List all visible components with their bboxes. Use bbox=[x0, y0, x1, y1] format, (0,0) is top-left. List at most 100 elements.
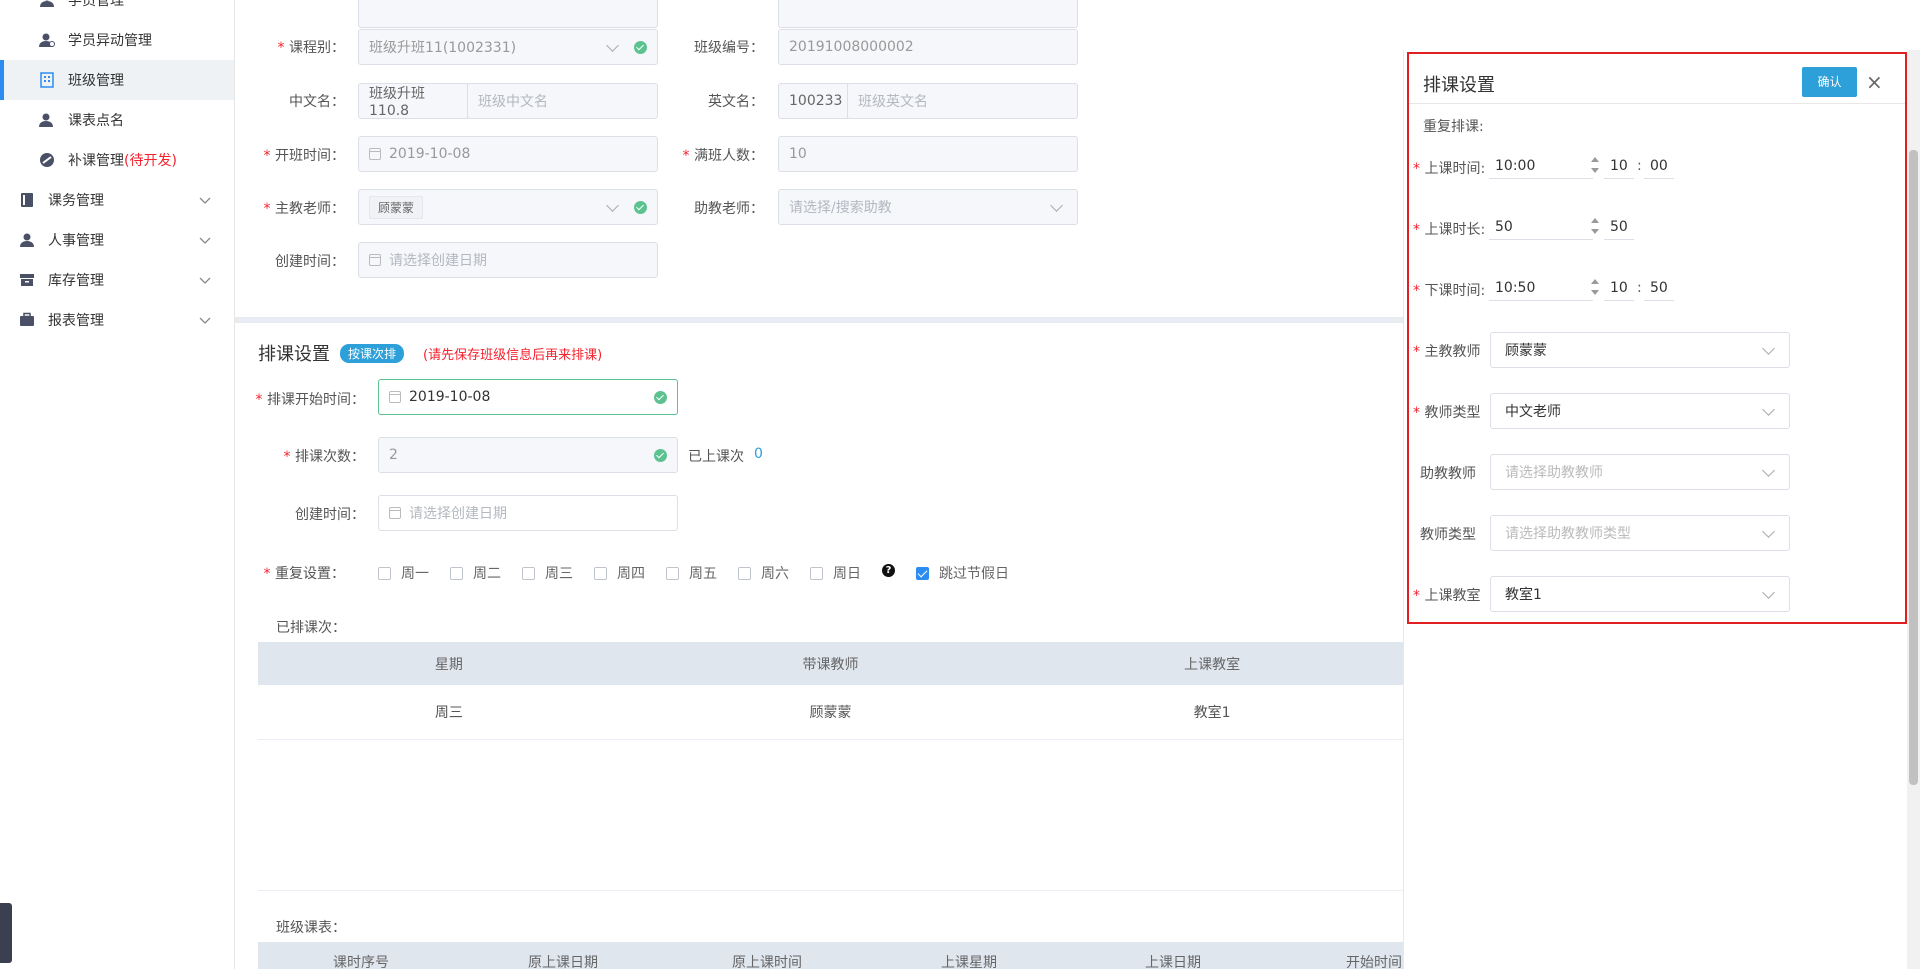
spinner-icon[interactable] bbox=[1590, 278, 1600, 296]
sidebar-item-label: 报表管理 bbox=[48, 313, 104, 329]
start-time-input[interactable]: 10:00 bbox=[1489, 153, 1593, 179]
sidebar-item-class-management[interactable]: 班级管理 bbox=[0, 60, 234, 100]
checkbox[interactable] bbox=[522, 567, 535, 580]
weekday-label: 周日 bbox=[833, 566, 861, 582]
weekday-sun[interactable]: 周日 bbox=[810, 563, 861, 583]
confirm-button[interactable]: 确认 bbox=[1802, 67, 1857, 97]
open-time-value: 2019-10-08 bbox=[389, 146, 471, 162]
sidebar-item-course-affairs[interactable]: 课务管理 bbox=[0, 180, 234, 220]
open-time-field[interactable]: 2019-10-08 bbox=[358, 136, 658, 172]
checkbox[interactable] bbox=[450, 567, 463, 580]
book-icon bbox=[18, 191, 36, 209]
chevron-down-icon bbox=[1762, 342, 1775, 355]
sidebar-item-hr[interactable]: 人事管理 bbox=[0, 220, 234, 260]
check-circle-icon bbox=[634, 201, 647, 214]
weekday-tue[interactable]: 周二 bbox=[450, 563, 501, 583]
weekday-label: 周一 bbox=[401, 566, 429, 582]
full-field[interactable]: 10 bbox=[778, 136, 1078, 172]
duration-input[interactable]: 50 bbox=[1489, 214, 1593, 240]
sidebar-item-makeup[interactable]: 补课管理 (待开发) bbox=[0, 140, 234, 180]
weekday-sat[interactable]: 周六 bbox=[738, 563, 789, 583]
cn-name-input[interactable]: 班级中文名 bbox=[467, 83, 658, 119]
checkbox[interactable] bbox=[738, 567, 751, 580]
teacher-select[interactable]: 顾蒙蒙 bbox=[358, 189, 658, 225]
create-label: 创建时间： bbox=[295, 507, 365, 523]
side-handle[interactable] bbox=[0, 903, 12, 963]
schedule-mode-badge[interactable]: 按课次排 bbox=[340, 344, 405, 363]
start-label: 排课开始时间： bbox=[255, 389, 365, 409]
weekday-thu[interactable]: 周四 bbox=[594, 563, 645, 583]
top-clipped-input[interactable] bbox=[358, 0, 658, 28]
start-hour-value: 10 bbox=[1610, 157, 1628, 174]
start-hour-input[interactable]: 10 bbox=[1604, 153, 1634, 179]
count-label: 排课次数： bbox=[255, 446, 365, 466]
schedule-create-field[interactable]: 请选择创建日期 bbox=[378, 495, 678, 531]
end-time-input[interactable]: 10:50 bbox=[1489, 275, 1593, 301]
course-select[interactable]: 班级升班11(1002331) bbox=[358, 29, 658, 65]
top-clipped-input-2[interactable] bbox=[778, 0, 1078, 28]
briefcase-icon bbox=[18, 311, 36, 329]
class-no-field[interactable]: 20191008000002 bbox=[778, 29, 1078, 65]
duration-input-2[interactable]: 50 bbox=[1604, 214, 1634, 240]
create-time-field[interactable]: 请选择创建日期 bbox=[358, 242, 658, 278]
en-name-input[interactable]: 班级英文名 bbox=[847, 83, 1078, 119]
end-minute-input[interactable]: 50 bbox=[1644, 275, 1674, 301]
count-field[interactable]: 2 bbox=[378, 437, 678, 473]
sidebar-item-label: 学员异动管理 bbox=[68, 33, 152, 49]
class-no-label: 班级编号： bbox=[694, 40, 764, 56]
chevron-down-icon bbox=[606, 39, 619, 52]
room-select[interactable]: 教室1 bbox=[1490, 576, 1790, 612]
sidebar-item-inventory[interactable]: 库存管理 bbox=[0, 260, 234, 300]
checkbox[interactable] bbox=[378, 567, 391, 580]
checkbox[interactable] bbox=[594, 567, 607, 580]
room-value: 教室1 bbox=[1505, 587, 1542, 603]
spinner-icon[interactable] bbox=[1590, 217, 1600, 235]
end-hour-input[interactable]: 10 bbox=[1604, 275, 1634, 301]
weekday-fri[interactable]: 周五 bbox=[666, 563, 717, 583]
checkbox-checked[interactable] bbox=[916, 567, 929, 580]
weekday-wed[interactable]: 周三 bbox=[522, 563, 573, 583]
checkbox[interactable] bbox=[810, 567, 823, 580]
create-time-placeholder: 请选择创建日期 bbox=[389, 253, 487, 269]
spinner-icon[interactable] bbox=[1590, 156, 1600, 174]
assistant-teacher-label: 助教教师 bbox=[1420, 466, 1476, 482]
sidebar-item-roll-call[interactable]: 课表点名 bbox=[0, 100, 234, 140]
cn-name-placeholder: 班级中文名 bbox=[478, 94, 548, 110]
skip-holiday[interactable]: 跳过节假日 bbox=[916, 563, 1009, 583]
chevron-down-icon bbox=[199, 277, 211, 284]
assistant-teacher-select[interactable]: 请选择助教教师 bbox=[1490, 454, 1790, 490]
assistant-select[interactable]: 请选择/搜索助教 bbox=[778, 189, 1078, 225]
end-time-label: 下课时间: bbox=[1413, 280, 1485, 300]
scrollbar-thumb[interactable] bbox=[1909, 150, 1918, 785]
sidebar-item-students[interactable]: 学员管理 bbox=[0, 0, 234, 20]
assistant-label: 助教老师： bbox=[694, 201, 764, 217]
duration-value-2: 50 bbox=[1610, 218, 1628, 235]
table-row[interactable]: 周三 顾蒙蒙 教室1 bbox=[258, 685, 1403, 739]
assistant-type-placeholder: 请选择助教教师类型 bbox=[1505, 526, 1631, 542]
chevron-down-icon bbox=[606, 199, 619, 212]
weekday-mon[interactable]: 周一 bbox=[378, 563, 429, 583]
start-date-field[interactable]: 2019-10-08 bbox=[378, 379, 678, 415]
sidebar-item-reports[interactable]: 报表管理 bbox=[0, 300, 234, 340]
pending-note: (待开发) bbox=[124, 153, 177, 169]
class-table-header-cell: 开始时间 bbox=[1346, 955, 1402, 969]
en-name-prefix-text: 100233 bbox=[789, 93, 843, 109]
done-value: 0 bbox=[754, 446, 763, 462]
chevron-down-icon bbox=[199, 197, 211, 204]
checkbox[interactable] bbox=[666, 567, 679, 580]
chevron-down-icon bbox=[199, 317, 211, 324]
sidebar-item-label: 课务管理 bbox=[48, 193, 104, 209]
main-teacher-select[interactable]: 顾蒙蒙 bbox=[1490, 332, 1790, 368]
close-icon[interactable]: × bbox=[1866, 72, 1883, 92]
table-divider bbox=[258, 890, 1403, 891]
teacher-type-select[interactable]: 中文老师 bbox=[1490, 393, 1790, 429]
table-cell: 教室1 bbox=[1193, 704, 1231, 721]
sidebar-item-student-change[interactable]: 学员异动管理 bbox=[0, 20, 234, 60]
chevron-down-icon bbox=[1050, 199, 1063, 212]
assistant-type-select[interactable]: 请选择助教教师类型 bbox=[1490, 515, 1790, 551]
class-table-header-cell: 原上课日期 bbox=[528, 955, 598, 969]
class-table-header-cell: 上课日期 bbox=[1145, 955, 1201, 969]
start-time-value: 10:00 bbox=[1495, 157, 1536, 174]
start-minute-input[interactable]: 00 bbox=[1644, 153, 1674, 179]
question-circle-icon[interactable]: ? bbox=[882, 564, 895, 577]
